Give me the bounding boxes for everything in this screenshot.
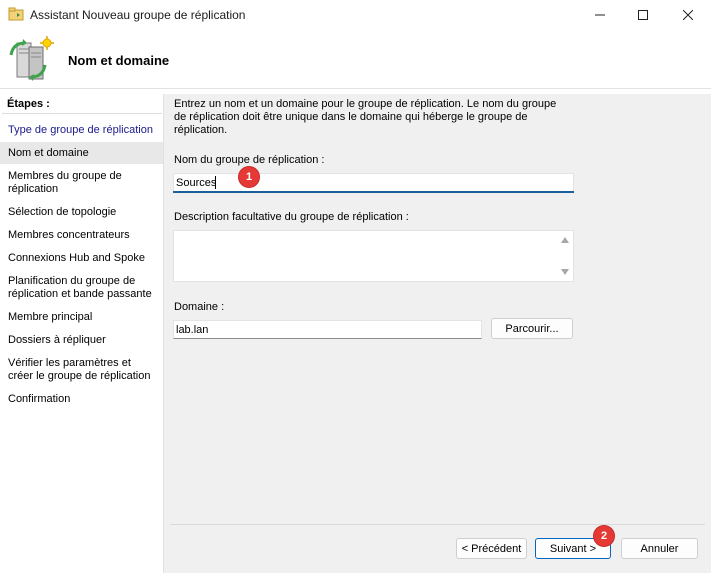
step-topology-selection: Sélection de topologie bbox=[8, 206, 117, 218]
cancel-button[interactable]: Annuler bbox=[621, 538, 698, 559]
name-label: Nom du groupe de réplication : bbox=[174, 154, 325, 166]
previous-button[interactable]: < Précédent bbox=[456, 538, 527, 559]
close-button[interactable] bbox=[665, 0, 711, 30]
browse-button[interactable]: Parcourir... bbox=[491, 318, 573, 339]
input-focus-underline bbox=[173, 191, 574, 193]
scroll-down-icon[interactable] bbox=[560, 268, 570, 276]
window-title: Assistant Nouveau groupe de réplication bbox=[30, 8, 246, 22]
step-group-members: Membres du groupe de réplication bbox=[8, 170, 122, 195]
group-name-value: Sources bbox=[176, 177, 217, 189]
steps-divider bbox=[2, 113, 162, 114]
maximize-button[interactable] bbox=[620, 0, 666, 30]
annotation-badge-1: 1 bbox=[239, 167, 259, 187]
domain-label: Domaine : bbox=[174, 301, 225, 313]
wizard-app-icon bbox=[8, 7, 24, 21]
step-hub-spoke-connections: Connexions Hub and Spoke bbox=[8, 252, 145, 264]
replication-server-icon bbox=[9, 36, 54, 81]
step-folders-to-replicate: Dossiers à répliquer bbox=[8, 334, 106, 346]
step-schedule-bandwidth: Planification du groupe de réplication e… bbox=[8, 275, 152, 300]
scroll-up-icon[interactable] bbox=[560, 236, 570, 244]
text-cursor bbox=[215, 176, 216, 189]
step-hub-members: Membres concentrateurs bbox=[8, 229, 130, 241]
description-textarea[interactable] bbox=[173, 230, 574, 282]
group-name-input[interactable] bbox=[173, 173, 574, 192]
minimize-icon bbox=[595, 14, 605, 16]
domain-input[interactable] bbox=[173, 320, 482, 339]
page-title: Nom et domaine bbox=[68, 53, 170, 68]
minimize-button[interactable] bbox=[577, 0, 623, 30]
intro-text: Entrez un nom et un domaine pour le grou… bbox=[174, 98, 557, 136]
description-label: Description facultative du groupe de rép… bbox=[174, 211, 409, 223]
step-review-settings: Vérifier les paramètres et créer le grou… bbox=[8, 357, 151, 382]
step-name-and-domain: Nom et domaine bbox=[8, 147, 89, 159]
steps-heading: Étapes : bbox=[7, 98, 50, 110]
domain-value: lab.lan bbox=[176, 324, 209, 336]
maximize-icon bbox=[638, 10, 648, 20]
step-replication-type[interactable]: Type de groupe de réplication bbox=[8, 124, 158, 137]
footer-divider bbox=[170, 524, 705, 525]
annotation-badge-2: 2 bbox=[594, 526, 614, 546]
step-primary-member: Membre principal bbox=[8, 311, 93, 323]
step-confirmation: Confirmation bbox=[8, 393, 71, 405]
close-icon bbox=[683, 10, 693, 20]
